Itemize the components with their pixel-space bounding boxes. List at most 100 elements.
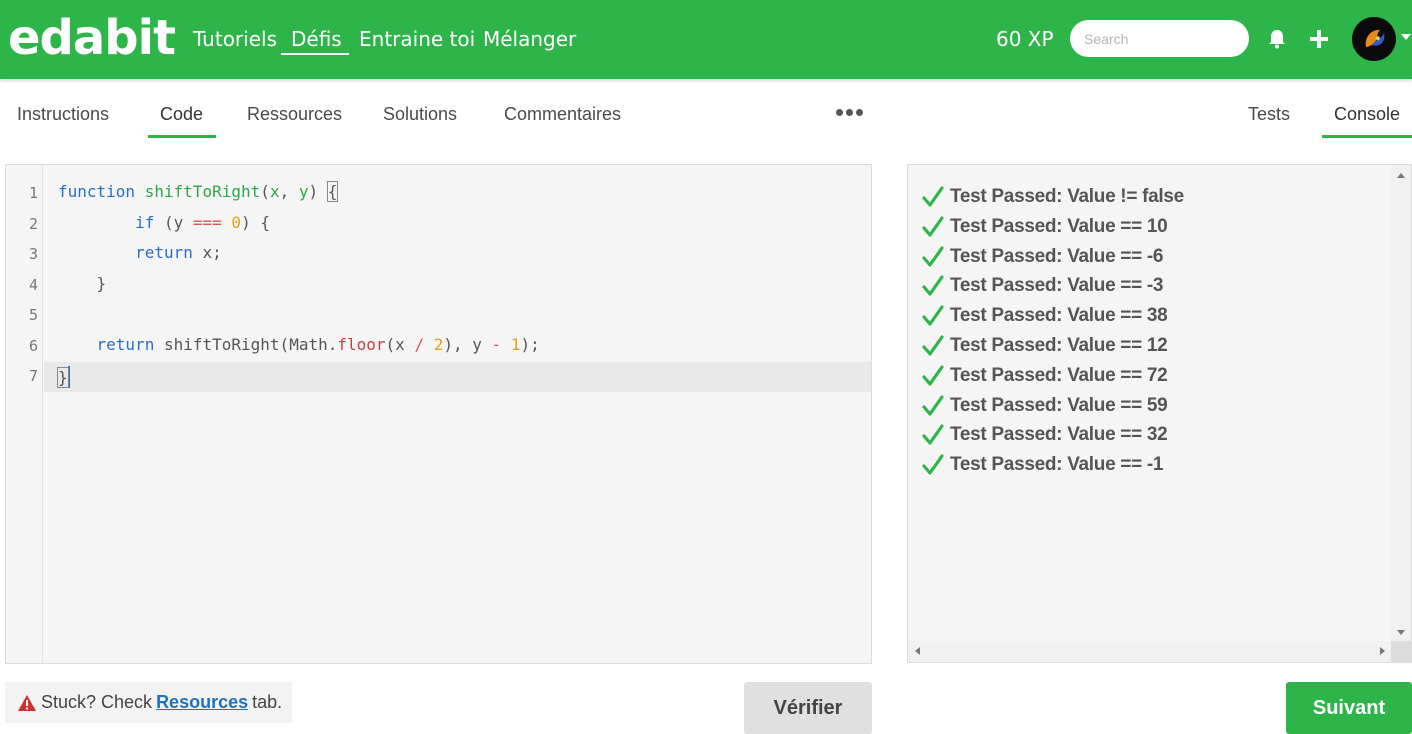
test-result-text: Test Passed: Value == -3 (950, 275, 1164, 297)
verify-button[interactable]: Vérifier (744, 682, 872, 734)
check-icon (922, 394, 944, 416)
code-line-7: } (57, 366, 70, 388)
test-result-text: Test Passed: Value == 72 (950, 364, 1168, 386)
scroll-left-icon[interactable] (915, 647, 920, 655)
tab-instructions[interactable]: Instructions (17, 104, 109, 125)
keyword: if (135, 213, 155, 232)
nav-entraine-toi[interactable]: Entraine toi (359, 27, 475, 51)
test-result-row: Test Passed: Value == 38 (922, 302, 1168, 330)
code-text: ), y (443, 335, 492, 354)
line-number: 7 (28, 367, 38, 385)
operator: - (491, 335, 502, 354)
tab-tests[interactable]: Tests (1248, 104, 1290, 125)
code-text: ); (520, 335, 540, 354)
scrollbar-corner (1391, 641, 1411, 662)
code-text: ) { (241, 213, 270, 232)
keyword: return (135, 243, 193, 262)
active-line-highlight (44, 362, 871, 392)
test-result-text: Test Passed: Value == 12 (950, 335, 1168, 356)
top-navbar: edabit Tutoriels Défis Entraine toi Méla… (0, 0, 1412, 79)
stuck-hint: Stuck? Check Resources tab. (5, 682, 292, 723)
scroll-right-icon[interactable] (1380, 647, 1385, 655)
tab-console[interactable]: Console (1334, 104, 1400, 125)
stuck-prefix: Stuck? Check (41, 692, 153, 712)
tab-console-underline (1322, 135, 1412, 138)
test-result-text: Test Passed: Value == -1 (950, 454, 1164, 476)
method: floor (337, 335, 386, 354)
next-button[interactable]: Suivant (1286, 682, 1412, 734)
test-result-row: Test Passed: Value == 12 (922, 332, 1168, 360)
identifier: y (173, 213, 184, 232)
bell-icon[interactable] (1265, 24, 1289, 54)
comma: , (279, 182, 299, 201)
code-editor[interactable]: 1 2 3 4 5 6 7 function shiftToRight(x, y… (5, 164, 872, 664)
check-icon (922, 365, 944, 386)
tab-solutions[interactable]: Solutions (383, 104, 457, 125)
tab-code-underline (148, 135, 216, 138)
tab-code[interactable]: Code (160, 104, 203, 125)
scroll-up-icon[interactable] (1397, 173, 1405, 178)
code-line-6: return shiftToRight(Math.floor(x / 2), y… (58, 335, 540, 354)
avatar[interactable] (1352, 17, 1396, 61)
search-input[interactable] (1070, 20, 1249, 57)
param: x (269, 182, 280, 201)
line-number: 6 (28, 337, 38, 355)
matched-brace: { (326, 181, 339, 202)
number: 1 (510, 335, 521, 354)
test-result-row: Test Passed: Value == -3 (922, 272, 1163, 300)
scroll-down-icon[interactable] (1397, 630, 1405, 635)
keyword: function (58, 182, 136, 201)
code-text: x; (192, 243, 222, 262)
code-line-3: return x; (58, 243, 222, 262)
test-result-text: Test Passed: Value == 38 (950, 305, 1168, 327)
test-result-row: Test Passed: Value != false (922, 183, 1184, 211)
code-text: shiftToRight( (154, 335, 290, 354)
function-name: shiftToRight (144, 182, 261, 201)
code-text: (x (385, 335, 415, 354)
operator: === (192, 213, 222, 232)
test-result-row: Test Passed: Value == 32 (922, 421, 1168, 449)
tab-commentaires[interactable]: Commentaires (504, 104, 621, 125)
line-number: 4 (28, 276, 38, 294)
plus-icon[interactable] (1307, 24, 1331, 54)
number: 0 (231, 213, 242, 232)
vertical-scrollbar[interactable] (1391, 165, 1411, 643)
test-result-text: Test Passed: Value == 32 (950, 424, 1168, 446)
check-icon (922, 186, 944, 207)
check-icon (922, 424, 944, 445)
keyword: return (96, 335, 155, 354)
brace: } (96, 274, 107, 293)
line-number: 3 (28, 245, 38, 263)
test-result-row: Test Passed: Value == -6 (922, 243, 1163, 271)
more-options-icon[interactable] (836, 109, 863, 116)
warning-icon (18, 694, 36, 711)
operator: / (414, 335, 425, 354)
nav-tutoriels[interactable]: Tutoriels (193, 27, 277, 51)
horizontal-scrollbar[interactable] (908, 641, 1392, 662)
nav-active-indicator (281, 53, 349, 55)
stuck-suffix: tab. (252, 692, 283, 712)
console-output[interactable]: Test Passed: Value != false Test Passed: … (907, 164, 1412, 663)
text-cursor (67, 366, 70, 388)
test-result-row: Test Passed: Value == 72 (922, 362, 1168, 390)
test-result-text: Test Passed: Value == 59 (950, 394, 1168, 416)
chevron-down-icon[interactable] (1401, 34, 1411, 40)
nav-melanger[interactable]: Mélanger (483, 27, 576, 51)
logo[interactable]: edabit (8, 10, 176, 66)
check-icon (922, 454, 944, 475)
tab-ressources[interactable]: Ressources (247, 104, 342, 125)
check-icon (922, 216, 944, 237)
code-line-4: } (58, 274, 107, 293)
check-icon (922, 275, 944, 296)
check-icon (922, 305, 944, 326)
resources-link[interactable]: Resources (156, 692, 248, 713)
code-text: ( (154, 213, 174, 232)
matched-brace: } (57, 367, 69, 388)
check-icon (922, 245, 944, 267)
line-number: 2 (28, 215, 38, 233)
nav-defis[interactable]: Défis (291, 27, 342, 51)
paren: ( (260, 182, 270, 201)
xp-counter: 60 XP (996, 27, 1054, 51)
test-result-row: Test Passed: Value == 10 (922, 213, 1168, 241)
code-line-2: if (y === 0) { (58, 213, 270, 232)
